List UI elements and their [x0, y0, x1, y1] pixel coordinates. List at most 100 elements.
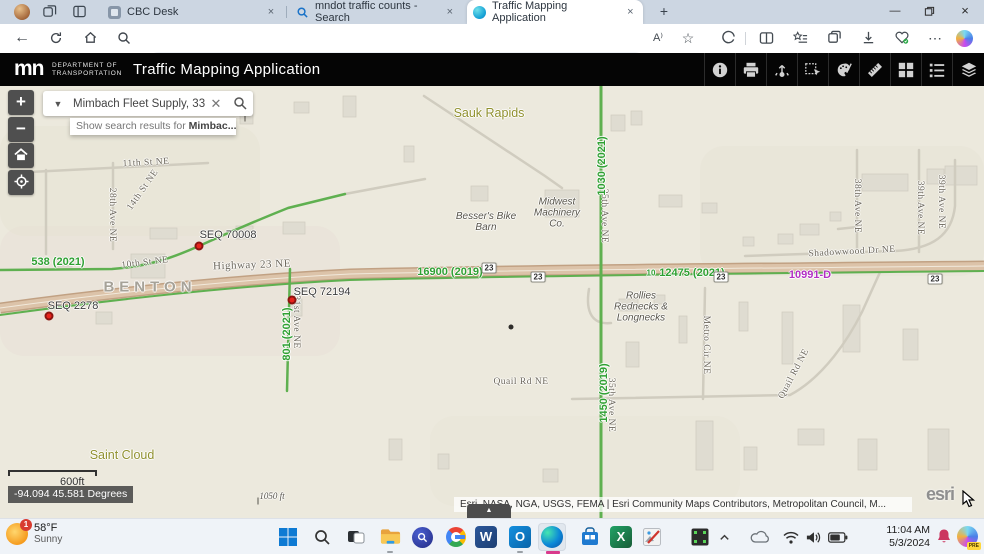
tab-separator	[286, 6, 287, 18]
search-submit-icon[interactable]	[227, 96, 253, 111]
legend-button[interactable]	[921, 53, 952, 86]
taskbar: 1 58°F Sunny	[0, 518, 984, 554]
read-aloud-icon[interactable]: A⁾	[648, 28, 668, 48]
basemap-gallery-button[interactable]	[890, 53, 921, 86]
split-screen-icon[interactable]	[756, 28, 776, 48]
tab-title: CBC Desk	[127, 6, 178, 18]
notification-bell-icon[interactable]	[936, 528, 952, 550]
extension-icon[interactable]	[718, 28, 738, 48]
point-marker	[509, 325, 514, 330]
terminal-app-icon[interactable]	[686, 523, 714, 551]
tab-traffic-mapping[interactable]: Traffic Mapping Application ×	[467, 0, 643, 24]
window-minimize-button[interactable]: —	[878, 0, 912, 24]
sun-icon: 1	[6, 523, 28, 545]
street-label: Metro Cir NE	[701, 316, 711, 375]
battery-icon[interactable]	[828, 523, 848, 551]
excel-icon[interactable]: X	[607, 523, 635, 551]
route-label: 10991-D	[789, 269, 831, 281]
highway-23-shield: 23	[928, 274, 943, 285]
settings-more-icon[interactable]: ⋯	[925, 28, 945, 48]
search-favicon	[296, 6, 309, 19]
weather-widget[interactable]: 1 58°F Sunny	[6, 522, 62, 545]
highway-23-shield: 23	[482, 263, 497, 274]
volume-icon[interactable]	[805, 523, 822, 551]
map-attribution: Esri, NASA, NGA, USGS, FEMA | Esri Commu…	[454, 497, 912, 512]
google-icon[interactable]	[442, 523, 470, 551]
microsoft-store-icon[interactable]	[576, 523, 604, 551]
home-icon[interactable]	[80, 28, 100, 48]
traffic-station-label: SEQ 72194	[294, 286, 351, 298]
collections-icon[interactable]	[824, 28, 844, 48]
start-button[interactable]	[274, 523, 302, 551]
share-button[interactable]	[766, 53, 797, 86]
tab-close-icon[interactable]: ×	[264, 6, 278, 18]
copilot-icon[interactable]	[956, 30, 973, 47]
downloads-icon[interactable]	[858, 28, 878, 48]
vertical-tabs-icon[interactable]	[72, 4, 88, 20]
draw-button[interactable]	[828, 53, 859, 86]
photo-editor-icon[interactable]	[638, 523, 666, 551]
traffic-count-label: 1030 (2021)	[596, 136, 608, 195]
street-label: 35th Ave NE	[599, 189, 609, 243]
browser-essentials-icon[interactable]	[892, 28, 912, 48]
open-app-indicator	[517, 551, 523, 553]
word-icon[interactable]: W	[472, 523, 500, 551]
search-input[interactable]: Mimbach Fleet Supply, 3355	[73, 98, 205, 110]
search-source-dropdown[interactable]: ▼	[43, 99, 73, 109]
map-canvas[interactable]: Sauk RapidsSaint CloudBENTON11th St NE28…	[0, 86, 984, 518]
mndot-logo: mn	[14, 57, 44, 81]
tab-close-icon[interactable]: ×	[624, 6, 637, 18]
select-button[interactable]	[797, 53, 828, 86]
street-label: 39th Ave NE	[915, 181, 925, 235]
highway-23-shield: 23	[714, 272, 729, 283]
tab-close-icon[interactable]: ×	[444, 6, 456, 18]
layer-list-button[interactable]	[952, 53, 984, 86]
task-view-icon[interactable]	[342, 523, 370, 551]
window-close-button[interactable]: ×	[948, 0, 982, 24]
favorite-star-icon[interactable]: ☆	[678, 28, 698, 48]
poi-label: RolliesRednecks &Longnecks	[614, 291, 668, 324]
search-icon[interactable]	[114, 28, 134, 48]
file-explorer-icon[interactable]	[376, 523, 404, 551]
wifi-icon[interactable]	[783, 523, 799, 551]
favorites-bar-icon[interactable]	[790, 28, 810, 48]
city-label: Sauk Rapids	[454, 106, 525, 120]
measure-button[interactable]	[859, 53, 890, 86]
tray-chevron-icon[interactable]	[718, 523, 731, 551]
onedrive-icon[interactable]	[750, 523, 770, 551]
traffic-station-marker[interactable]	[195, 242, 204, 251]
back-icon[interactable]: ←	[12, 28, 32, 48]
tab-search[interactable]: mndot traffic counts - Search ×	[290, 0, 462, 24]
taskbar-clock[interactable]: 11:04 AM 5/3/2024	[886, 524, 930, 550]
street-label: 39th Ave NE	[936, 175, 946, 229]
new-tab-button[interactable]: +	[655, 3, 673, 21]
taskbar-search-icon[interactable]	[308, 523, 336, 551]
clock-date: 5/3/2024	[886, 537, 930, 550]
traffic-station-marker[interactable]	[45, 312, 54, 321]
my-location-button[interactable]	[8, 170, 34, 195]
mouse-cursor	[962, 490, 976, 508]
weather-condition: Sunny	[34, 534, 62, 545]
traffic-count-label: 801 (2021)	[281, 307, 293, 360]
home-extent-button[interactable]	[8, 143, 34, 168]
clear-search-icon[interactable]: ✕	[205, 96, 227, 112]
print-button[interactable]	[735, 53, 766, 86]
profile-avatar[interactable]	[14, 4, 30, 20]
attribution-expander[interactable]: ▲	[467, 504, 511, 518]
map-search-box[interactable]: ▼ Mimbach Fleet Supply, 3355 ✕	[43, 91, 253, 116]
copilot-tray-icon[interactable]: PRE	[957, 526, 978, 547]
traffic-station-label: SEQ 2278	[48, 300, 99, 312]
refresh-icon[interactable]	[46, 28, 66, 48]
outlook-icon[interactable]: O	[506, 523, 534, 551]
search-suggestion[interactable]: Show search results for Mimbac...	[70, 118, 236, 135]
street-label: Quail Rd NE	[493, 377, 548, 387]
search-app-icon[interactable]	[408, 523, 436, 551]
browser-window: CBC Desk × mndot traffic counts - Search…	[0, 0, 984, 554]
tab-stacks-icon[interactable]	[42, 4, 58, 20]
window-restore-button[interactable]	[912, 0, 946, 24]
info-button[interactable]	[704, 53, 735, 86]
zoom-out-button[interactable]: −	[8, 117, 34, 142]
zoom-in-button[interactable]: +	[8, 90, 34, 115]
tab-cbc-desk[interactable]: CBC Desk ×	[102, 0, 284, 24]
edge-icon[interactable]	[538, 523, 566, 551]
